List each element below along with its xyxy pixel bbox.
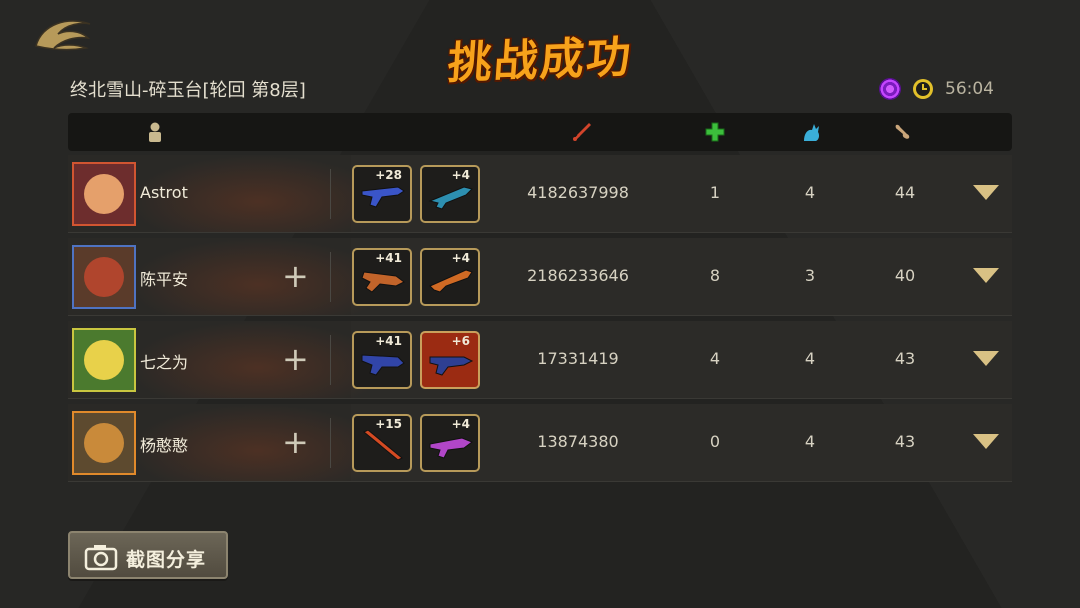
- weapon-slot[interactable]: +28: [352, 165, 412, 223]
- pet-value: 4: [804, 349, 816, 368]
- weapon-slot[interactable]: +4: [420, 165, 480, 223]
- expand-arrow[interactable]: [973, 351, 999, 366]
- weapon-slot[interactable]: +41: [352, 331, 412, 389]
- stick-icon: [363, 430, 403, 460]
- gun-icon: [429, 269, 473, 293]
- player-name: 杨憨憨: [140, 436, 189, 455]
- player-row: Astrot +28 +4 4182637998 1 4 44: [68, 155, 1012, 233]
- expand-arrow[interactable]: [973, 434, 999, 449]
- avatar-portrait: [84, 423, 124, 463]
- player-icon: [149, 122, 161, 142]
- avatar[interactable]: [72, 162, 136, 226]
- heal-value: 0: [709, 432, 721, 451]
- green-cross-icon: [705, 122, 725, 142]
- share-button-label: 截图分享: [126, 549, 207, 571]
- gun-icon: [428, 186, 473, 210]
- expand-arrow[interactable]: [973, 185, 999, 200]
- pet-value: 4: [804, 432, 816, 451]
- bone-value: 43: [894, 349, 916, 368]
- victory-title: 挑战成功: [445, 31, 635, 90]
- weapon-level: +4: [451, 168, 470, 182]
- sword-icon: [573, 123, 591, 141]
- avatar-portrait: [84, 257, 124, 297]
- bone-value: 40: [894, 266, 916, 285]
- damage-value: 2186233646: [527, 266, 629, 285]
- damage-value: 13874380: [537, 432, 619, 451]
- weapon-level: +4: [451, 251, 470, 265]
- timer-area: 56:04: [879, 76, 994, 102]
- player-name: Astrot: [140, 183, 188, 202]
- heal-value: 1: [709, 183, 721, 202]
- gun-icon: [361, 271, 405, 293]
- table-header: [68, 113, 1012, 151]
- divider: [330, 252, 331, 302]
- timer-text: 56:04: [945, 79, 994, 99]
- heal-value: 8: [709, 266, 721, 285]
- add-friend-button[interactable]: +: [282, 426, 309, 460]
- weapon-slot[interactable]: +41: [352, 248, 412, 306]
- weapon-slot[interactable]: +6: [420, 331, 480, 389]
- gun-icon: [429, 356, 474, 376]
- player-name: 陈平安: [140, 270, 189, 289]
- gun-icon: [429, 437, 474, 459]
- damage-value: 4182637998: [527, 183, 629, 202]
- bone-value: 43: [894, 432, 916, 451]
- pet-value: 3: [804, 266, 816, 285]
- weapon-level: +41: [375, 251, 402, 265]
- weapon-level: +6: [451, 334, 470, 348]
- weapon-level: +28: [375, 168, 402, 182]
- weapon-slot[interactable]: +15: [352, 414, 412, 472]
- screenshot-share-button[interactable]: 截图分享: [68, 531, 228, 579]
- bone-icon: [895, 124, 910, 139]
- avatar-portrait: [84, 174, 124, 214]
- avatar[interactable]: [72, 245, 136, 309]
- avatar[interactable]: [72, 328, 136, 392]
- stage-name: 终北雪山-碎玉台[轮回 第8层]: [70, 80, 306, 101]
- avatar[interactable]: [72, 411, 136, 475]
- heal-value: 4: [709, 349, 721, 368]
- player-row: 陈平安 + +41 +4 2186233646 8 3 40: [68, 238, 1012, 316]
- player-row: 杨憨憨 + +15 +4 13874380 0 4 43: [68, 404, 1012, 482]
- bone-value: 44: [894, 183, 916, 202]
- camera-icon: [84, 545, 118, 571]
- weapon-level: +41: [375, 334, 402, 348]
- pet-value: 4: [804, 183, 816, 202]
- expand-arrow[interactable]: [973, 268, 999, 283]
- add-friend-button[interactable]: +: [282, 260, 309, 294]
- clock-icon: [913, 79, 933, 99]
- add-friend-button[interactable]: +: [282, 343, 309, 377]
- back-button[interactable]: [32, 14, 94, 54]
- weapon-slot[interactable]: +4: [420, 248, 480, 306]
- swirl-icon: [879, 78, 901, 100]
- damage-value: 17331419: [537, 349, 619, 368]
- gun-icon: [361, 186, 405, 208]
- weapon-level: +4: [451, 417, 470, 431]
- weapon-slot[interactable]: +4: [420, 414, 480, 472]
- gun-icon: [361, 354, 405, 376]
- player-name: 七之为: [140, 353, 189, 372]
- divider: [330, 169, 331, 219]
- player-row: 七之为 + +41 +6 17331419 4 4 43: [68, 321, 1012, 399]
- weapon-level: +15: [375, 417, 402, 431]
- blue-cat-icon: [804, 124, 820, 141]
- divider: [330, 418, 331, 468]
- avatar-portrait: [84, 340, 124, 380]
- divider: [330, 335, 331, 385]
